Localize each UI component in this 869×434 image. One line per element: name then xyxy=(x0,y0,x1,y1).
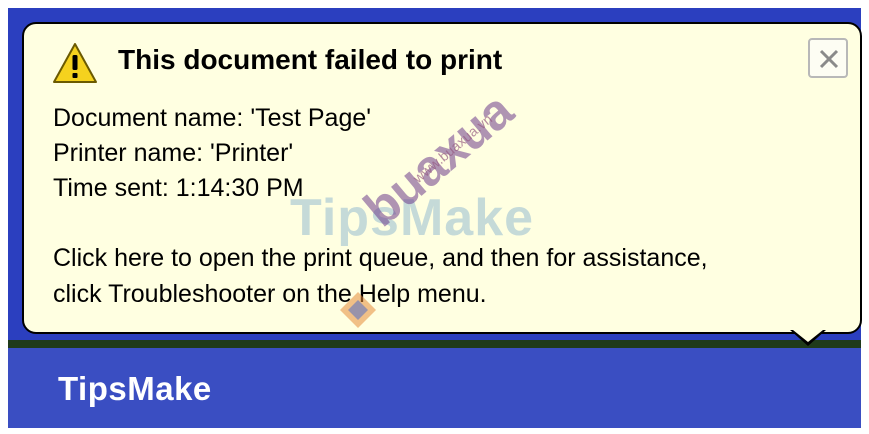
time-sent-text: Time sent: 1:14:30 PM xyxy=(53,174,304,202)
footer-bar: TipsMake xyxy=(8,348,861,428)
close-icon xyxy=(819,49,839,69)
watermark-logo-icon xyxy=(340,292,376,328)
close-button[interactable] xyxy=(808,38,848,78)
warning-icon xyxy=(53,43,97,83)
balloon-tail-fill xyxy=(793,330,823,342)
document-name-text: Document name: 'Test Page' xyxy=(53,104,372,132)
instruction-line-2[interactable]: click Troubleshooter on the Help menu. xyxy=(53,280,487,309)
footer-brand: TipsMake xyxy=(58,370,212,407)
balloon-title: This document failed to print xyxy=(118,44,503,75)
taskbar-strip xyxy=(8,340,861,348)
printer-name-text: Printer name: 'Printer' xyxy=(53,139,294,167)
instruction-line-1[interactable]: Click here to open the print queue, and … xyxy=(53,244,708,273)
